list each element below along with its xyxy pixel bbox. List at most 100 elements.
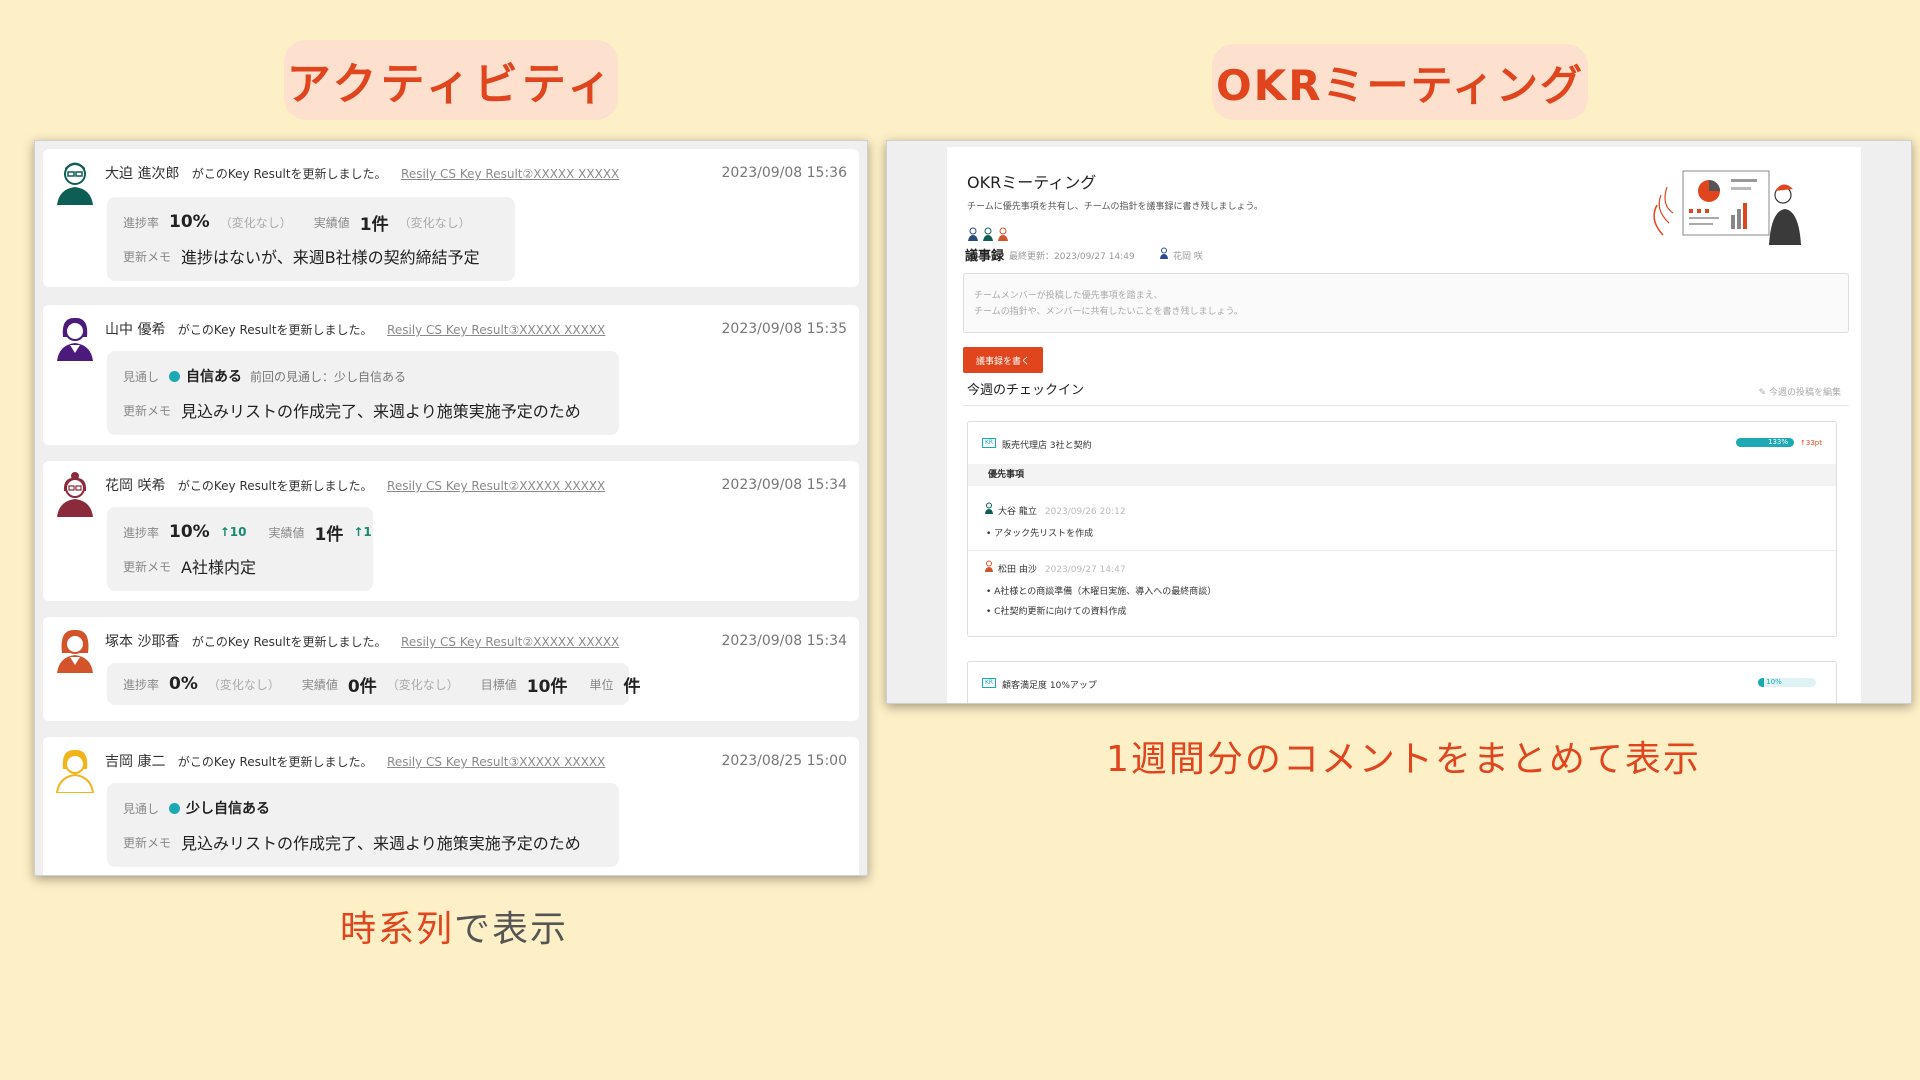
activity-card: 大迫 進次郎 がこのKey Resultを更新しました。 Resily CS K… xyxy=(43,149,859,287)
member-avatar-icon xyxy=(983,227,993,241)
meeting-illustration-icon xyxy=(1653,170,1801,245)
checkin-item: • A社様との商談準備（木曜日実施、導入への最終商談） xyxy=(986,587,1217,597)
checkin-time: 2023/09/26 20:12 xyxy=(1044,507,1126,517)
checkin-item: • アタック先リストを作成 xyxy=(986,529,1094,539)
key-result-link[interactable]: Resily CS Key Result③XXXXX XXXXX xyxy=(387,323,605,337)
checkin-user: 松田 由沙 2023/09/27 14:47 xyxy=(998,562,1126,575)
minutes-placeholder-line: チームの指針や、メンバーに共有したいことを書き残しましょう。 xyxy=(974,307,1243,317)
user-name: 花岡 咲希 xyxy=(105,478,166,494)
update-detail: 進捗率 10% ↑10 実績値 1件 ↑1 更新メモ A社様内定 xyxy=(107,507,373,591)
kr-progress-bar: 10% xyxy=(1758,678,1782,687)
card-header: 大迫 進次郎 がこのKey Resultを更新しました。 Resily CS K… xyxy=(105,163,619,183)
user-name: 塚本 沙耶香 xyxy=(105,634,180,650)
caption-rest: で表示 xyxy=(454,909,569,950)
actual-change: ↑1 xyxy=(353,525,372,539)
activity-feed-panel: 大迫 進次郎 がこのKey Resultを更新しました。 Resily CS K… xyxy=(34,140,868,876)
minutes-editor-name: 花岡 咲 xyxy=(1173,252,1203,262)
action-text: がこのKey Resultを更新しました。 xyxy=(177,755,373,769)
card-header: 山中 優希 がこのKey Resultを更新しました。 Resily CS Ke… xyxy=(105,319,605,339)
minutes-last-updated: 最終更新：2023/09/27 14:49 xyxy=(1009,252,1135,262)
action-text: がこのKey Resultを更新しました。 xyxy=(191,167,387,181)
priority-header: 優先事項 xyxy=(968,464,1836,486)
progress-value: 10% xyxy=(169,212,210,232)
key-result-link[interactable]: Resily CS Key Result②XXXXX XXXXX xyxy=(401,167,619,181)
user-name: 山中 優希 xyxy=(105,322,166,338)
status-dot-icon xyxy=(169,802,181,814)
key-result-link[interactable]: Resily CS Key Result③XXXXX XXXXX xyxy=(387,755,605,769)
progress-note: （変化なし） xyxy=(219,215,292,230)
kr-tag-icon: KR xyxy=(982,678,996,688)
memo-label: 更新メモ xyxy=(123,835,172,850)
user-name: 大迫 進次郎 xyxy=(105,166,180,182)
action-text: がこのKey Resultを更新しました。 xyxy=(177,479,373,493)
actual-note: （変化なし） xyxy=(398,215,471,230)
outlook-label: 見通し xyxy=(123,369,160,384)
page-title: OKRミーティング xyxy=(967,173,1097,192)
timestamp: 2023/08/25 15:00 xyxy=(721,753,848,769)
user-avatar-icon xyxy=(55,749,95,793)
caption-highlight: 時系列 xyxy=(340,909,455,950)
card-header: 花岡 咲希 がこのKey Resultを更新しました。 Resily CS Ke… xyxy=(105,475,605,495)
checkin-user-avatar-icon xyxy=(985,560,993,572)
key-result-checkin-card: KR 顧客満足度 10%アップ 10% xyxy=(967,661,1837,703)
target-value: 10件 xyxy=(526,676,568,697)
card-header: 塚本 沙耶香 がこのKey Resultを更新しました。 Resily CS K… xyxy=(105,631,619,651)
checkin-section-title: 今週のチェックイン xyxy=(967,383,1085,398)
key-result-link[interactable]: Resily CS Key Result②XXXXX XXXXX xyxy=(401,635,619,649)
timestamp: 2023/09/08 15:34 xyxy=(721,633,848,649)
key-result-link[interactable]: Resily CS Key Result②XXXXX XXXXX xyxy=(387,479,605,493)
update-detail: 進捗率 10% （変化なし） 実績値 1件 （変化なし） 更新メモ 進捗はないが… xyxy=(107,197,515,281)
timestamp: 2023/09/08 15:36 xyxy=(721,165,848,181)
kr-progress-fill xyxy=(1758,678,1764,687)
edit-weekly-post-label: 今週の投稿を編集 xyxy=(1768,388,1841,398)
progress-label: 進捗率 xyxy=(123,215,160,230)
unit-value: 件 xyxy=(623,676,641,697)
kr-title[interactable]: 顧客満足度 10%アップ xyxy=(1002,678,1097,691)
memo-text: 見込みリストの作成完了、来週より施策実施予定のため xyxy=(181,834,581,853)
kr-tag-icon: KR xyxy=(982,438,996,448)
kr-progress-label: 10% xyxy=(1766,678,1782,686)
outlook-label: 見通し xyxy=(123,801,160,816)
memo-label: 更新メモ xyxy=(123,249,172,264)
progress-value: 0% xyxy=(169,674,198,694)
checkin-item-text: アタック先リストを作成 xyxy=(994,529,1094,539)
write-minutes-button[interactable]: 議事録を書く xyxy=(963,347,1043,373)
status-dot-icon xyxy=(169,370,181,382)
progress-label: 進捗率 xyxy=(123,525,160,540)
okr-meeting-heading: OKRミーティング xyxy=(1212,44,1588,120)
update-detail: 進捗率 0% （変化なし） 実績値 0件 （変化なし） 目標値 10件 単位 件 xyxy=(107,663,640,705)
minutes-text-area[interactable]: チームメンバーが投稿した優先事項を踏まえ、 チームの指針や、メンバーに共有したい… xyxy=(963,273,1849,333)
member-avatar-icon xyxy=(968,227,978,241)
user-avatar-icon xyxy=(57,317,93,361)
timestamp: 2023/09/08 15:34 xyxy=(721,477,848,493)
memo-text: 進捗はないが、来週B社様の契約締結予定 xyxy=(181,248,480,267)
page-description: チームに優先事項を共有し、チームの指針を議事録に書き残しましょう。 xyxy=(967,202,1263,212)
checkin-item-text: A社様との商談準備（木曜日実施、導入への最終商談） xyxy=(994,587,1217,597)
update-detail: 見通し 自信ある 前回の見通し：少し自信ある 更新メモ 見込みリストの作成完了、… xyxy=(107,351,619,435)
user-avatar-icon xyxy=(57,162,93,205)
action-text: がこのKey Resultを更新しました。 xyxy=(191,635,387,649)
progress-value: 10% xyxy=(169,522,210,542)
activity-heading: アクティビティ xyxy=(284,40,618,120)
previous-outlook: 前回の見通し：少し自信ある xyxy=(250,369,407,384)
actual-note: （変化なし） xyxy=(386,677,459,692)
activity-card: 吉岡 康二 がこのKey Resultを更新しました。 Resily CS Ke… xyxy=(43,737,859,875)
editor-avatar-icon xyxy=(1160,247,1168,259)
edit-weekly-post-link[interactable]: ✎ 今週の投稿を編集 xyxy=(1759,385,1841,398)
actual-label: 実績値 xyxy=(313,215,350,230)
checkin-time: 2023/09/27 14:47 xyxy=(1044,565,1126,575)
minutes-placeholder-line: チームメンバーが投稿した優先事項を踏まえ、 xyxy=(974,291,1163,301)
divider xyxy=(968,550,1836,551)
kr-progress-change: ↑33pt xyxy=(1800,439,1822,447)
memo-text: 見込みリストの作成完了、来週より施策実施予定のため xyxy=(181,402,581,421)
outlook-value: 自信ある xyxy=(186,369,243,385)
actual-label: 実績値 xyxy=(268,525,305,540)
kr-progress-bar: 133% xyxy=(1736,438,1794,447)
kr-title[interactable]: 販売代理店 3社と契約 xyxy=(1002,438,1092,451)
actual-value: 1件 xyxy=(359,214,389,235)
pencil-icon: ✎ xyxy=(1758,388,1769,398)
update-detail: 見通し 少し自信ある 更新メモ 見込みリストの作成完了、来週より施策実施予定のた… xyxy=(107,783,619,867)
timestamp: 2023/09/08 15:35 xyxy=(721,321,848,337)
checkin-item: • C社契約更新に向けての資料作成 xyxy=(986,607,1127,617)
progress-label: 進捗率 xyxy=(123,677,160,692)
